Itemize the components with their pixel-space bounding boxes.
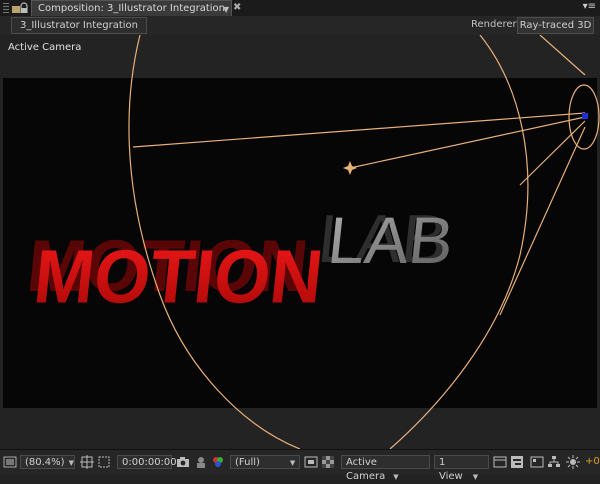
lock-icon[interactable] bbox=[19, 2, 29, 14]
resolution-dropdown[interactable]: (Full) ▼ bbox=[230, 455, 300, 469]
chevron-down-icon: ▼ bbox=[472, 473, 479, 481]
motionlab-logo: MOTION LAB bbox=[30, 204, 457, 319]
composition-viewer[interactable]: MOTION LAB MOTION LAB Active Camera bbox=[0, 35, 600, 449]
panel-tab-bar: Composition: 3_Illustrator Integration ▼… bbox=[0, 0, 600, 17]
view-layout-value: 1 View bbox=[439, 457, 463, 482]
exposure-value[interactable]: +0 bbox=[585, 455, 600, 469]
fast-previews-icon[interactable] bbox=[304, 455, 318, 469]
chevron-down-icon: ▼ bbox=[68, 459, 74, 467]
logo-text-motion: MOTION bbox=[30, 234, 327, 319]
camera-snapshot-icon[interactable] bbox=[176, 455, 190, 469]
color-channels-icon[interactable] bbox=[211, 455, 225, 469]
tab-bar-spacer bbox=[242, 0, 600, 17]
composition-name-button[interactable]: 3_Illustrator Integration bbox=[11, 17, 148, 34]
chevron-down-icon: ▼ bbox=[393, 473, 399, 481]
logo-text-lab: LAB bbox=[324, 204, 456, 278]
show-snapshot-icon[interactable] bbox=[194, 455, 208, 469]
timeline-icon[interactable] bbox=[510, 455, 524, 469]
camera-position-marker[interactable] bbox=[582, 113, 588, 119]
composition-tab-label: Composition: 3_Illustrator Integration bbox=[38, 3, 226, 14]
chevron-down-icon: ▼ bbox=[289, 459, 296, 467]
panel-menu-icon[interactable]: ▾≡ bbox=[583, 1, 596, 12]
viewer-canvas: MOTION LAB MOTION LAB bbox=[23, 35, 600, 449]
camera-view-dropdown[interactable]: Active Camera ▼ bbox=[341, 455, 430, 482]
close-icon[interactable]: ✖ bbox=[233, 1, 241, 15]
exposure-reset-icon[interactable] bbox=[566, 455, 580, 469]
resolution-value: (Full) bbox=[235, 457, 260, 468]
fit-frame-icon[interactable] bbox=[80, 455, 94, 469]
comp-flowchart-icon[interactable] bbox=[530, 455, 544, 469]
renderer-label: Renderer: bbox=[471, 19, 520, 30]
transparency-grid-icon[interactable] bbox=[321, 455, 335, 469]
camera-point-of-interest-icon[interactable] bbox=[343, 161, 357, 175]
region-of-interest-icon[interactable] bbox=[97, 455, 111, 469]
composition-toolbar: 3_Illustrator Integration Renderer: Ray-… bbox=[0, 16, 600, 35]
viewer-bottom-toolbar: (80.4%) ▼ 0:00:00:00 (Full) ▼ Active Camer… bbox=[0, 449, 600, 482]
composition-tab[interactable]: Composition: 3_Illustrator Integration ▼ bbox=[31, 0, 232, 16]
zoom-value: (80.4%) bbox=[25, 457, 65, 468]
flowchart-icon[interactable] bbox=[547, 455, 561, 469]
always-preview-icon[interactable] bbox=[3, 455, 17, 469]
timecode-field[interactable]: 0:00:00:00 bbox=[117, 455, 177, 469]
panel-grip-icon[interactable] bbox=[3, 3, 9, 13]
camera-view-value: Active Camera bbox=[346, 457, 386, 482]
zoom-dropdown[interactable]: (80.4%) ▼ bbox=[20, 455, 75, 469]
chevron-down-icon[interactable]: ▼ bbox=[223, 2, 229, 17]
active-camera-label: Active Camera bbox=[8, 42, 82, 53]
toggle-pixel-aspect-icon[interactable] bbox=[493, 455, 507, 469]
renderer-button[interactable]: Ray-traced 3D bbox=[517, 17, 594, 34]
view-layout-dropdown[interactable]: 1 View ▼ bbox=[434, 455, 489, 482]
